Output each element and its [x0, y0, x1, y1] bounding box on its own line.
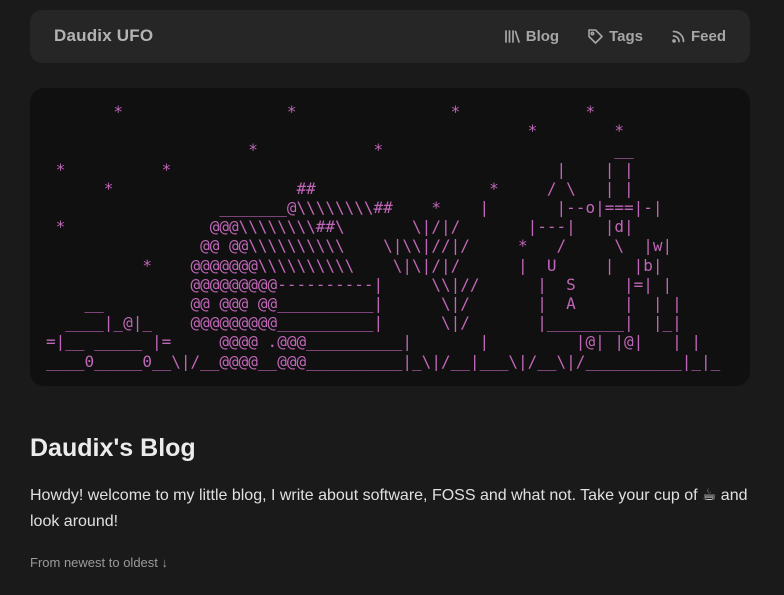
navbar: Daudix UFO Blog Tags Feed: [30, 10, 750, 63]
nav-link-feed-label: Feed: [690, 28, 726, 45]
nav-links: Blog Tags Feed: [504, 10, 726, 63]
nav-link-tags-label: Tags: [609, 28, 643, 45]
sort-order-toggle[interactable]: From newest to oldest ↓: [30, 555, 168, 570]
books-icon: [504, 29, 521, 44]
ascii-art-banner: * * * * * * * * __ * * | | | * ## * / \ …: [30, 88, 750, 386]
site-brand-link[interactable]: Daudix UFO: [54, 26, 153, 46]
page-title: Daudix's Blog: [30, 434, 196, 462]
rss-icon: [671, 29, 686, 44]
nav-link-blog[interactable]: Blog: [504, 28, 559, 45]
ascii-art: * * * * * * * * __ * * | | | * ## * / \ …: [46, 102, 721, 371]
nav-link-tags[interactable]: Tags: [587, 28, 643, 45]
intro-text: Howdy! welcome to my little blog, I writ…: [30, 487, 748, 530]
nav-link-blog-label: Blog: [525, 28, 560, 45]
tag-icon: [587, 28, 604, 45]
nav-link-feed[interactable]: Feed: [671, 28, 726, 45]
